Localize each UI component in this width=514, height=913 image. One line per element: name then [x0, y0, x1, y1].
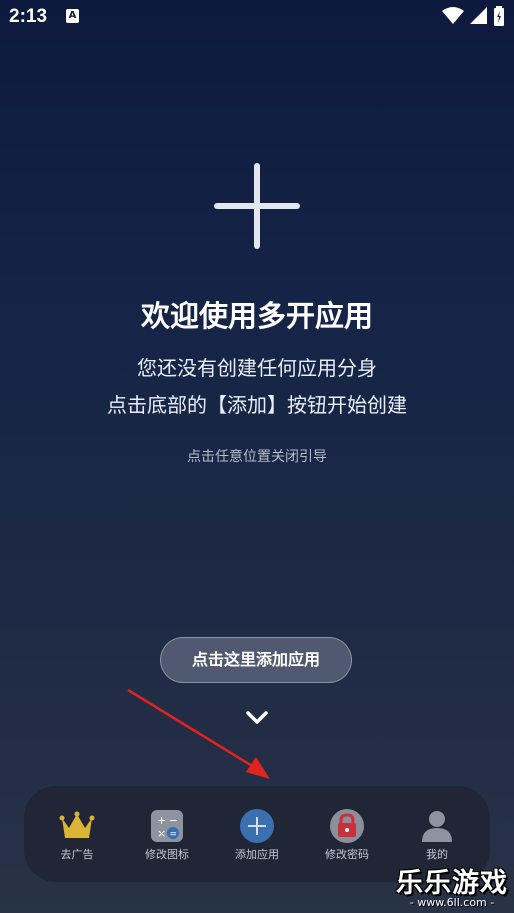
status-bar: 2:13 A: [0, 0, 514, 34]
calculator-icon: + − × =: [151, 810, 183, 842]
battery-icon: [494, 6, 504, 26]
nav-item-change-password[interactable]: 修改密码: [302, 786, 392, 882]
notification-icon: A: [66, 9, 79, 23]
add-circle-icon: [240, 809, 274, 843]
lock-icon: [330, 809, 364, 843]
svg-text:−: −: [169, 814, 178, 827]
signal-icon: [470, 7, 487, 24]
svg-text:×: ×: [157, 827, 166, 840]
watermark: 乐乐游戏 - www.6ll.com -: [394, 861, 510, 909]
svg-text:=: =: [170, 830, 178, 840]
nav-label-profile: 我的: [426, 848, 448, 861]
welcome-title: 欢迎使用多开应用: [140, 299, 373, 333]
nav-label-change-icon: 修改图标: [145, 848, 189, 861]
close-guide-hint[interactable]: 点击任意位置关闭引导: [0, 446, 514, 466]
svg-text:+: +: [157, 814, 166, 827]
crown-icon: [59, 811, 95, 838]
nav-label-change-password: 修改密码: [325, 848, 369, 861]
plus-icon: [214, 163, 300, 249]
watermark-url: - www.6ll.com -: [409, 896, 495, 909]
person-icon: [422, 811, 452, 842]
status-icons: [442, 6, 504, 26]
watermark-title: 乐乐游戏: [396, 868, 508, 899]
status-time: 2:13: [9, 6, 48, 27]
welcome-description-2: 点击底部的【添加】按钮开始创建: [107, 393, 407, 417]
chevron-down-icon: [246, 711, 268, 724]
nav-label-add-app: 添加应用: [235, 848, 279, 861]
welcome-description-1: 您还没有创建任何应用分身: [137, 356, 377, 380]
nav-item-change-icon[interactable]: + − × = 修改图标: [122, 786, 212, 882]
nav-item-add-app[interactable]: 添加应用: [212, 786, 302, 882]
wifi-icon: [442, 7, 464, 24]
nav-label-remove-ads: 去广告: [60, 848, 94, 861]
nav-item-remove-ads[interactable]: 去广告: [32, 786, 122, 882]
add-app-guide-button[interactable]: 点击这里添加应用: [160, 637, 352, 683]
